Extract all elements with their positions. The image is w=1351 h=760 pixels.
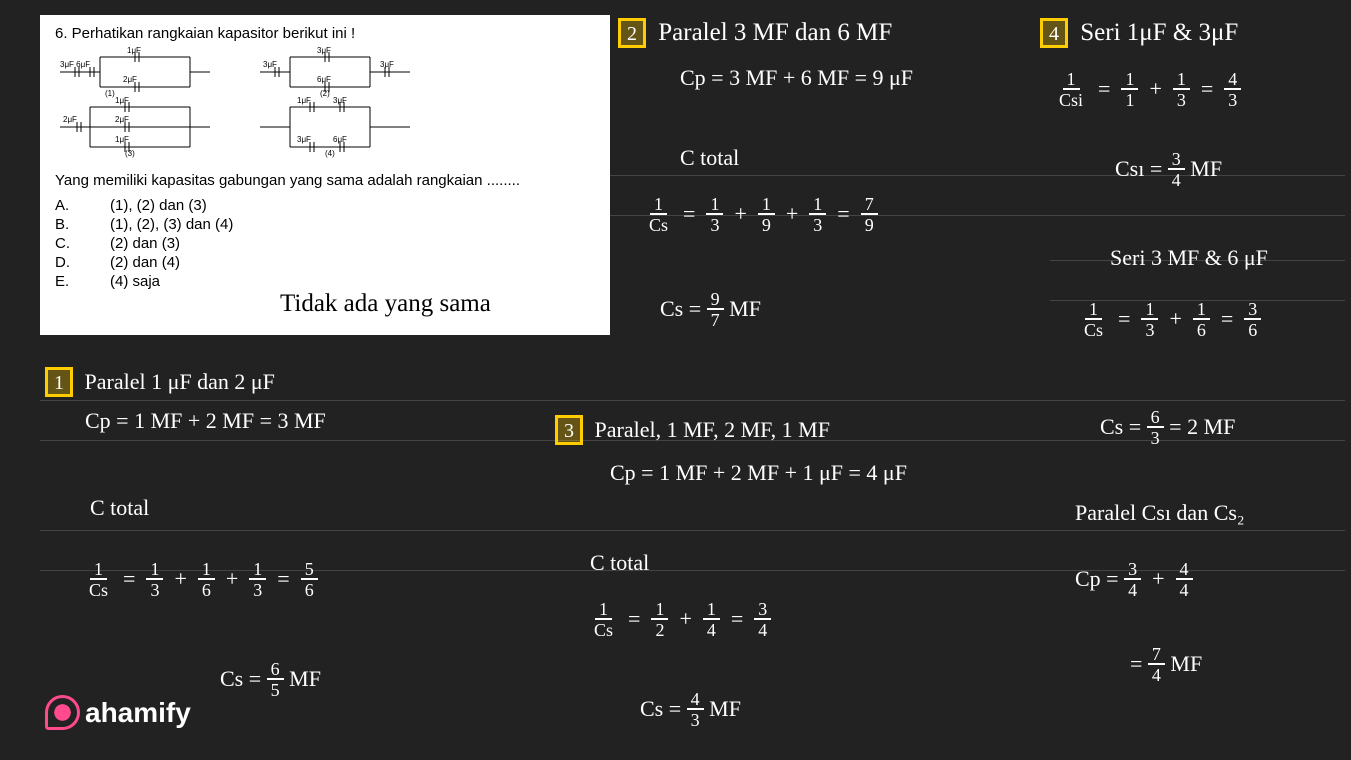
option-a: A. (1), (2) dan (3) [55,197,595,214]
sol1-line2: Cp = 1 MF + 2 MF = 3 MF [85,408,326,434]
option-c: C. (2) dan (3) [55,235,595,252]
sol1-result: Cs = 65 MF [220,660,321,702]
problem-box: 6. Perhatikan rangkaian kapasitor beriku… [40,15,610,335]
solution-2: 2 Paralel 3 MF dan 6 MF [618,18,892,48]
circuit-diagrams: 3μF 6μF 1μF 2μF (1) 2μF 1μF 2μF 1μF (3) [55,47,595,162]
box-2: 2 [618,18,646,48]
solution-4: 4 Seri 1μF & 3μF [1040,18,1238,48]
sol3-equation: 1Cs = 12 + 14 = 34 [590,600,771,642]
sol2-line2: Cp = 3 MF + 6 MF = 9 μF [680,65,913,91]
pahamify-logo: ahamify [45,695,191,730]
box-1: 1 [45,367,73,397]
sol4-cp: Cp = 34 + 44 [1075,560,1193,602]
sol4-line2: Seri 3 MF & 6 μF [1110,245,1268,271]
sol1-equation: 1Cs = 13 + 16 + 13 = 56 [85,560,318,602]
sol4-final: = 74 MF [1130,645,1202,687]
logo-icon [45,695,80,730]
annotation-no-same: Tidak ada yang sama [280,290,491,318]
sol2-ctotal: C total [680,145,739,171]
box-4: 4 [1040,18,1068,48]
sol2-equation: 1Cs = 13 + 19 + 13 = 79 [645,195,878,237]
sol1-ctotal: C total [90,495,149,521]
sol3-result: Cs = 43 MF [640,690,741,732]
logo-text: ahamify [85,697,191,729]
sol3-ctotal: C total [590,550,649,576]
solution-1: 1 Paralel 1 μF dan 2 μF [45,367,275,397]
option-b: B. (1), (2), (3) dan (4) [55,216,595,233]
sol4-line3: Paralel Csı dan Cs₂ [1075,500,1245,526]
options-list: A. (1), (2) dan (3) B. (1), (2), (3) dan… [55,197,595,290]
option-d: D. (2) dan (4) [55,254,595,271]
option-e: E. (4) saja [55,273,595,290]
sol4-eq2: 1Cs = 13 + 16 = 36 [1080,300,1261,342]
sol4-cs2: Cs = 63 = 2 MF [1100,408,1235,450]
sol3-line2: Cp = 1 MF + 2 MF + 1 μF = 4 μF [610,460,907,486]
solution-3: 3 Paralel, 1 MF, 2 MF, 1 MF [555,415,830,445]
question-text: Yang memiliki kapasitas gabungan yang sa… [55,172,595,189]
box-3: 3 [555,415,583,445]
problem-title: 6. Perhatikan rangkaian kapasitor beriku… [55,25,595,42]
sol2-result: Cs = 97 MF [660,290,761,332]
sol4-csi: Csı = 34 MF [1115,150,1222,192]
sol4-eq1: 1Csi = 11 + 13 = 43 [1055,70,1241,112]
